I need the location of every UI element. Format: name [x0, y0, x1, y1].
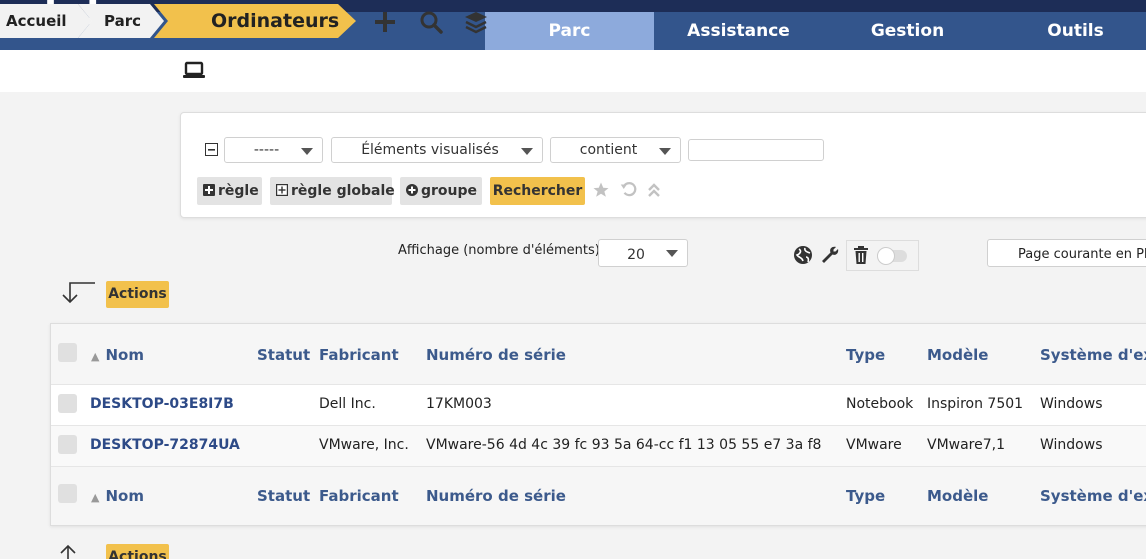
column-footer-type[interactable]: Type — [846, 487, 885, 505]
serial-cell: 17KM003 — [426, 396, 492, 412]
add-rule-button[interactable]: règle — [197, 177, 262, 205]
add-rule-label: règle — [218, 183, 259, 199]
column-header-statut[interactable]: Statut — [257, 346, 310, 364]
field-select[interactable]: ----- — [224, 137, 323, 163]
chevron-down-icon — [659, 148, 671, 155]
sort-asc-icon: ▲ — [91, 491, 100, 504]
actions-button-bottom[interactable]: Actions — [106, 544, 169, 559]
plus-icon[interactable] — [373, 10, 397, 34]
results-table: ▲ Nom Statut Fabricant Numéro de série Ty… — [50, 323, 1146, 526]
wrench-icon[interactable] — [820, 245, 840, 265]
remove-criteria-icon[interactable] — [205, 143, 218, 156]
breadcrumb-parc[interactable]: Parc — [104, 4, 141, 38]
column-header-type[interactable]: Type — [846, 346, 885, 364]
nav-item-gestion[interactable]: Gestion — [823, 12, 992, 50]
search-value-input[interactable] — [688, 139, 824, 161]
display-count-value: 20 — [627, 247, 645, 263]
select-all-checkbox-footer[interactable] — [58, 484, 77, 503]
arrow-up-icon — [60, 544, 76, 559]
display-count-label: Affichage (nombre d'éléments) — [398, 243, 600, 258]
column-footer-modele[interactable]: Modèle — [927, 487, 988, 505]
manufacturer-cell: Dell Inc. — [319, 396, 376, 412]
column-footer-fabricant[interactable]: Fabricant — [319, 487, 399, 505]
plus-square-outline-icon — [276, 184, 288, 196]
table-row: DESKTOP-03E8I7B Dell Inc. 17KM003 Notebo… — [51, 385, 1146, 426]
column-footer-os[interactable]: Système d'exploitation - Nom — [1040, 487, 1146, 505]
column-header-serial[interactable]: Numéro de série — [426, 346, 566, 364]
nav-item-assistance[interactable]: Assistance — [654, 12, 823, 50]
row-checkbox[interactable] — [58, 435, 77, 454]
breadcrumb-home[interactable]: Accueil — [6, 4, 67, 38]
chevron-down-icon — [666, 250, 678, 257]
plus-circle-icon — [406, 184, 418, 196]
type-cell: Notebook — [846, 396, 914, 412]
collapse-icon[interactable] — [647, 182, 661, 198]
add-group-label: groupe — [421, 183, 478, 199]
arrow-down-left-icon — [62, 282, 95, 304]
add-global-rule-label: règle globale — [291, 183, 395, 199]
breadcrumb-current[interactable]: Ordinateurs — [211, 4, 339, 38]
column-header-modele[interactable]: Modèle — [927, 346, 988, 364]
table-footer-row: ▲ Nom Statut Fabricant Numéro de série Ty… — [51, 467, 1146, 525]
column-footer-statut[interactable]: Statut — [257, 487, 310, 505]
manufacturer-cell: VMware, Inc. — [319, 437, 409, 453]
model-cell: Inspiron 7501 — [927, 396, 1024, 412]
computer-name-link[interactable]: DESKTOP-72874UA — [90, 437, 240, 453]
model-cell: VMware7,1 — [927, 437, 1006, 453]
chevron-down-icon — [521, 148, 533, 155]
serial-cell: VMware-56 4d 4c 39 fc 93 5a 64-cc f1 13 … — [426, 437, 822, 453]
field-select-value: ----- — [253, 142, 280, 158]
column-footer-nom[interactable]: ▲ Nom — [91, 487, 144, 505]
column-header-nom-label: Nom — [105, 346, 144, 364]
breadcrumb-bar — [0, 50, 1146, 92]
actions-button[interactable]: Actions — [106, 281, 169, 308]
display-count-select[interactable]: 20 — [598, 239, 688, 267]
search-icon[interactable] — [419, 10, 443, 34]
layers-icon[interactable] — [464, 10, 488, 34]
type-cell: VMware — [846, 437, 902, 453]
reset-icon[interactable] — [620, 180, 638, 198]
add-global-rule-button[interactable]: règle globale — [270, 177, 395, 205]
trash-icon[interactable] — [851, 245, 871, 265]
select-all-checkbox[interactable] — [58, 343, 77, 362]
operator-select-value: contient — [579, 142, 638, 158]
table-header-row: ▲ Nom Statut Fabricant Numéro de série Ty… — [51, 324, 1146, 385]
column-header-fabricant[interactable]: Fabricant — [319, 346, 399, 364]
chevron-down-icon — [301, 148, 313, 155]
operator-select[interactable]: contient — [550, 137, 681, 163]
column-header-os[interactable]: Système d'exploitation - Nom — [1040, 346, 1146, 364]
star-icon[interactable] — [592, 181, 610, 199]
os-cell: Windows — [1040, 437, 1103, 453]
column-footer-nom-label: Nom — [105, 487, 144, 505]
nav-item-outils[interactable]: Outils — [991, 12, 1146, 50]
deleted-items-toggle[interactable] — [876, 246, 908, 266]
add-group-button[interactable]: groupe — [400, 177, 482, 205]
sort-asc-icon: ▲ — [91, 350, 100, 363]
computer-name-link[interactable]: DESKTOP-03E8I7B — [90, 396, 234, 412]
globe-icon[interactable] — [793, 245, 813, 265]
export-format-select[interactable]: Page courante en PDF — [987, 239, 1146, 267]
os-cell: Windows — [1040, 396, 1103, 412]
column-header-nom[interactable]: ▲ Nom — [91, 346, 144, 364]
criteria-select[interactable]: Éléments visualisés — [331, 137, 543, 163]
plus-square-icon — [203, 184, 215, 196]
search-button[interactable]: Rechercher — [490, 177, 585, 205]
laptop-icon — [183, 61, 205, 78]
column-footer-serial[interactable]: Numéro de série — [426, 487, 566, 505]
nav-item-parc[interactable]: Parc — [485, 12, 654, 50]
row-checkbox[interactable] — [58, 394, 77, 413]
table-row: DESKTOP-72874UA VMware, Inc. VMware-56 4… — [51, 426, 1146, 467]
criteria-select-value: Éléments visualisés — [361, 142, 499, 158]
